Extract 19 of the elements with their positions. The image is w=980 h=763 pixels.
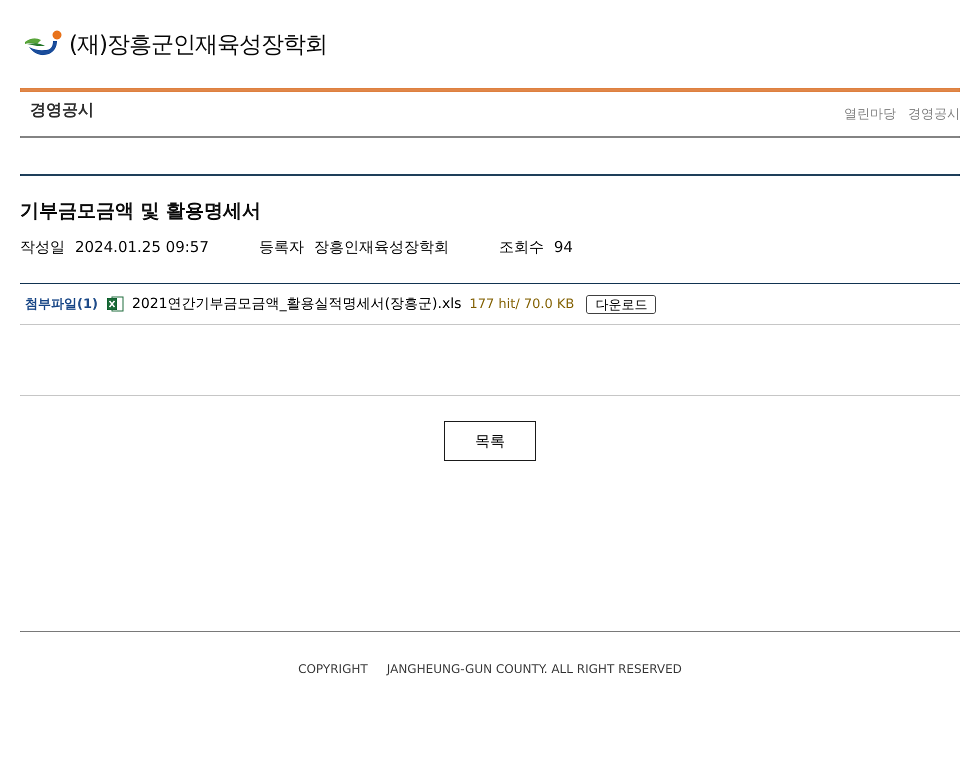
attachment-stats: 177 hit/ 70.0 KB <box>469 296 574 312</box>
meta-value: 장흥인재육성장학회 <box>314 238 449 257</box>
breadcrumb-link[interactable]: 열린마당 <box>844 105 896 123</box>
list-button[interactable]: 목록 <box>444 421 536 461</box>
download-button[interactable]: 다운로드 <box>586 294 656 314</box>
meta-value: 2024.01.25 09:57 <box>75 238 209 257</box>
section-title: 경영공시 <box>30 100 94 121</box>
site-title: (재)장흥군인재육성장학회 <box>69 30 327 60</box>
attachment-link[interactable]: 2021연간기부금모금액_활용실적명세서(장흥군).xls <box>132 295 462 313</box>
spreadsheet-icon <box>106 295 124 313</box>
post-title: 기부금모금액 및 활용명세서 <box>20 199 262 224</box>
meta-label: 작성일 <box>20 238 65 257</box>
meta-label: 등록자 <box>258 238 304 257</box>
attachment-label: 첨부파일(1) <box>25 296 98 313</box>
logo-icon <box>23 30 63 58</box>
breadcrumb-link[interactable]: 경영공시 <box>908 105 960 123</box>
meta-label: 조회수 <box>498 238 544 257</box>
copyright-text: COPYRIGHT JANGHEUNG-GUN COUNTY. ALL RIGHT RESERVED <box>298 662 682 676</box>
meta-value: 94 <box>554 238 573 257</box>
